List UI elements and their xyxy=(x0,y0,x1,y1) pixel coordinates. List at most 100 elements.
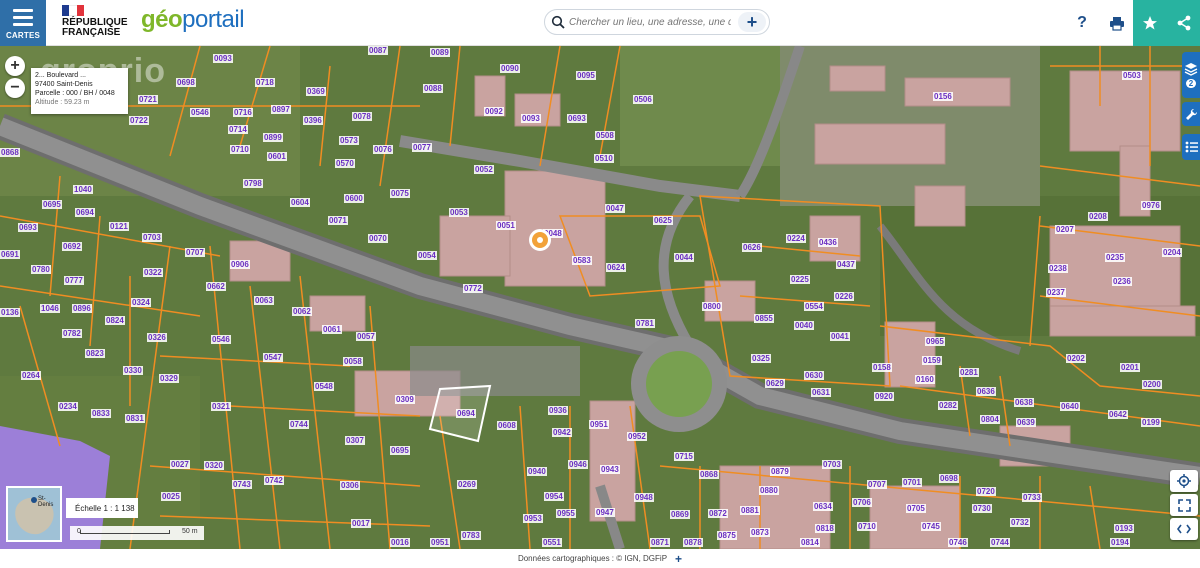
cartes-menu-button[interactable]: CARTES xyxy=(0,0,46,46)
info-address-line1: 2... Boulevard ... xyxy=(35,72,86,79)
help-button[interactable]: ? xyxy=(1070,0,1094,46)
parcel-number-label: 0025 xyxy=(161,492,181,501)
parcel-number-label: 0200 xyxy=(1142,380,1162,389)
parcel-number-label: 0090 xyxy=(500,64,520,73)
parcel-number-label: 0088 xyxy=(423,84,443,93)
parcel-number-label: 0744 xyxy=(289,420,309,429)
parcel-number-label: 0320 xyxy=(204,461,224,470)
parcel-number-label: 0948 xyxy=(634,493,654,502)
parcel-number-label: 0881 xyxy=(740,506,760,515)
logo-geo-text: géo xyxy=(141,6,183,33)
parcel-number-label: 0062 xyxy=(292,307,312,316)
parcel-number-label: 0054 xyxy=(417,251,437,260)
parcel-number-label: 0600 xyxy=(344,194,364,203)
parcel-number-label: 0869 xyxy=(670,510,690,519)
parcel-number-label: 0694 xyxy=(456,409,476,418)
parcel-number-label: 0625 xyxy=(653,216,673,225)
zoom-out-button[interactable]: − xyxy=(5,78,25,98)
parcel-number-label: 0804 xyxy=(980,415,1000,424)
parcel-number-label: 0631 xyxy=(811,388,831,397)
parcel-number-label: 0710 xyxy=(230,145,250,154)
parcel-number-label: 0160 xyxy=(915,375,935,384)
geoportail-logo[interactable]: géoportail xyxy=(141,6,245,34)
parcel-number-label: 0053 xyxy=(449,208,469,217)
share-button[interactable] xyxy=(1167,0,1200,46)
parcel-number-label: 0202 xyxy=(1066,354,1086,363)
parcel-number-label: 0716 xyxy=(233,108,253,117)
hamburger-icon xyxy=(13,8,33,26)
parcel-number-label: 1040 xyxy=(73,185,93,194)
parcel-number-label: 0075 xyxy=(390,189,410,198)
parcel-number-label: 0954 xyxy=(544,492,564,501)
parcel-number-label: 0508 xyxy=(595,131,615,140)
advanced-search-plus-icon[interactable]: + xyxy=(738,12,766,32)
favorites-button[interactable] xyxy=(1133,0,1167,46)
parcel-number-label: 0044 xyxy=(674,253,694,262)
parcel-number-label: 0782 xyxy=(62,329,82,338)
parcel-number-label: 0742 xyxy=(264,476,284,485)
overview-collapse-button[interactable] xyxy=(1170,518,1198,540)
parcel-number-label: 0226 xyxy=(834,292,854,301)
fullscreen-button[interactable] xyxy=(1170,494,1198,516)
tools-button[interactable] xyxy=(1182,102,1200,126)
parcel-number-label: 0282 xyxy=(938,401,958,410)
parcel-number-label: 0693 xyxy=(18,223,38,232)
search-icon[interactable] xyxy=(547,11,569,33)
parcel-number-label: 0017 xyxy=(351,519,371,528)
overview-minimap[interactable]: St-Denis xyxy=(6,486,62,542)
parcel-number-label: 0721 xyxy=(138,95,158,104)
location-marker-icon[interactable] xyxy=(529,229,551,251)
parcel-number-label: 0321 xyxy=(211,402,231,411)
parcel-number-label: 0781 xyxy=(635,319,655,328)
parcel-number-label: 0052 xyxy=(474,165,494,174)
parcel-number-label: 0831 xyxy=(125,414,145,423)
crosshair-icon xyxy=(1177,474,1191,488)
attribution-bar: Données cartographiques : © IGN, DGFiP + xyxy=(0,549,1200,568)
parcel-number-label: 0093 xyxy=(521,114,541,123)
data-credits: Données cartographiques : © IGN, DGFiP xyxy=(517,554,668,563)
parcel-number-label: 0309 xyxy=(395,395,415,404)
legend-list-button[interactable] xyxy=(1182,134,1200,160)
parcel-number-label: 0868 xyxy=(699,470,719,479)
parcel-number-label: 0016 xyxy=(390,538,410,547)
parcel-number-label: 0547 xyxy=(263,353,283,362)
scale-bar-line xyxy=(80,530,170,534)
parcel-number-label: 0798 xyxy=(243,179,263,188)
parcel-number-label: 0698 xyxy=(176,78,196,87)
parcel-number-label: 0306 xyxy=(340,481,360,490)
parcel-number-label: 0601 xyxy=(267,152,287,161)
parcel-number-label: 0201 xyxy=(1120,363,1140,372)
map-viewport[interactable]: groprio + − 2... Boulevard ... 97400 Sai… xyxy=(0,46,1200,549)
parcel-number-label: 0879 xyxy=(770,467,790,476)
layers-button[interactable]: 2 xyxy=(1182,52,1200,98)
parcel-number-label: 0436 xyxy=(818,238,838,247)
parcel-number-label: 0235 xyxy=(1105,253,1125,262)
parcel-number-label: 0437 xyxy=(836,260,856,269)
parcel-number-label: 0936 xyxy=(548,406,568,415)
parcel-number-label: 0204 xyxy=(1162,248,1182,257)
parcel-number-label: 0965 xyxy=(925,337,945,346)
parcel-number-label: 0800 xyxy=(702,302,722,311)
parcel-number-label: 0307 xyxy=(345,436,365,445)
print-button[interactable] xyxy=(1102,0,1132,46)
parcel-number-label: 0718 xyxy=(255,78,275,87)
parcel-number-label: 0238 xyxy=(1048,264,1068,273)
parcel-number-label: 0554 xyxy=(804,302,824,311)
parcel-number-label: 0693 xyxy=(567,114,587,123)
print-icon xyxy=(1110,16,1124,31)
list-icon xyxy=(1185,141,1198,153)
scale-ratio: Échelle 1 : 1 138 xyxy=(66,498,138,518)
parcel-number-label: 0940 xyxy=(527,467,547,476)
geolocate-button[interactable] xyxy=(1170,470,1198,492)
attribution-expand-button[interactable]: + xyxy=(675,552,682,566)
zoom-in-button[interactable]: + xyxy=(5,56,25,76)
parcel-number-label: 0818 xyxy=(815,524,835,533)
share-icon xyxy=(1177,15,1190,31)
parcel-number-label: 0057 xyxy=(356,332,376,341)
parcel-number-label: 0951 xyxy=(430,538,450,547)
parcel-number-label: 0329 xyxy=(159,374,179,383)
star-icon xyxy=(1143,16,1157,30)
parcel-number-label: 0061 xyxy=(322,325,342,334)
parcel-number-label: 0906 xyxy=(230,260,250,269)
search-input[interactable] xyxy=(569,16,731,28)
